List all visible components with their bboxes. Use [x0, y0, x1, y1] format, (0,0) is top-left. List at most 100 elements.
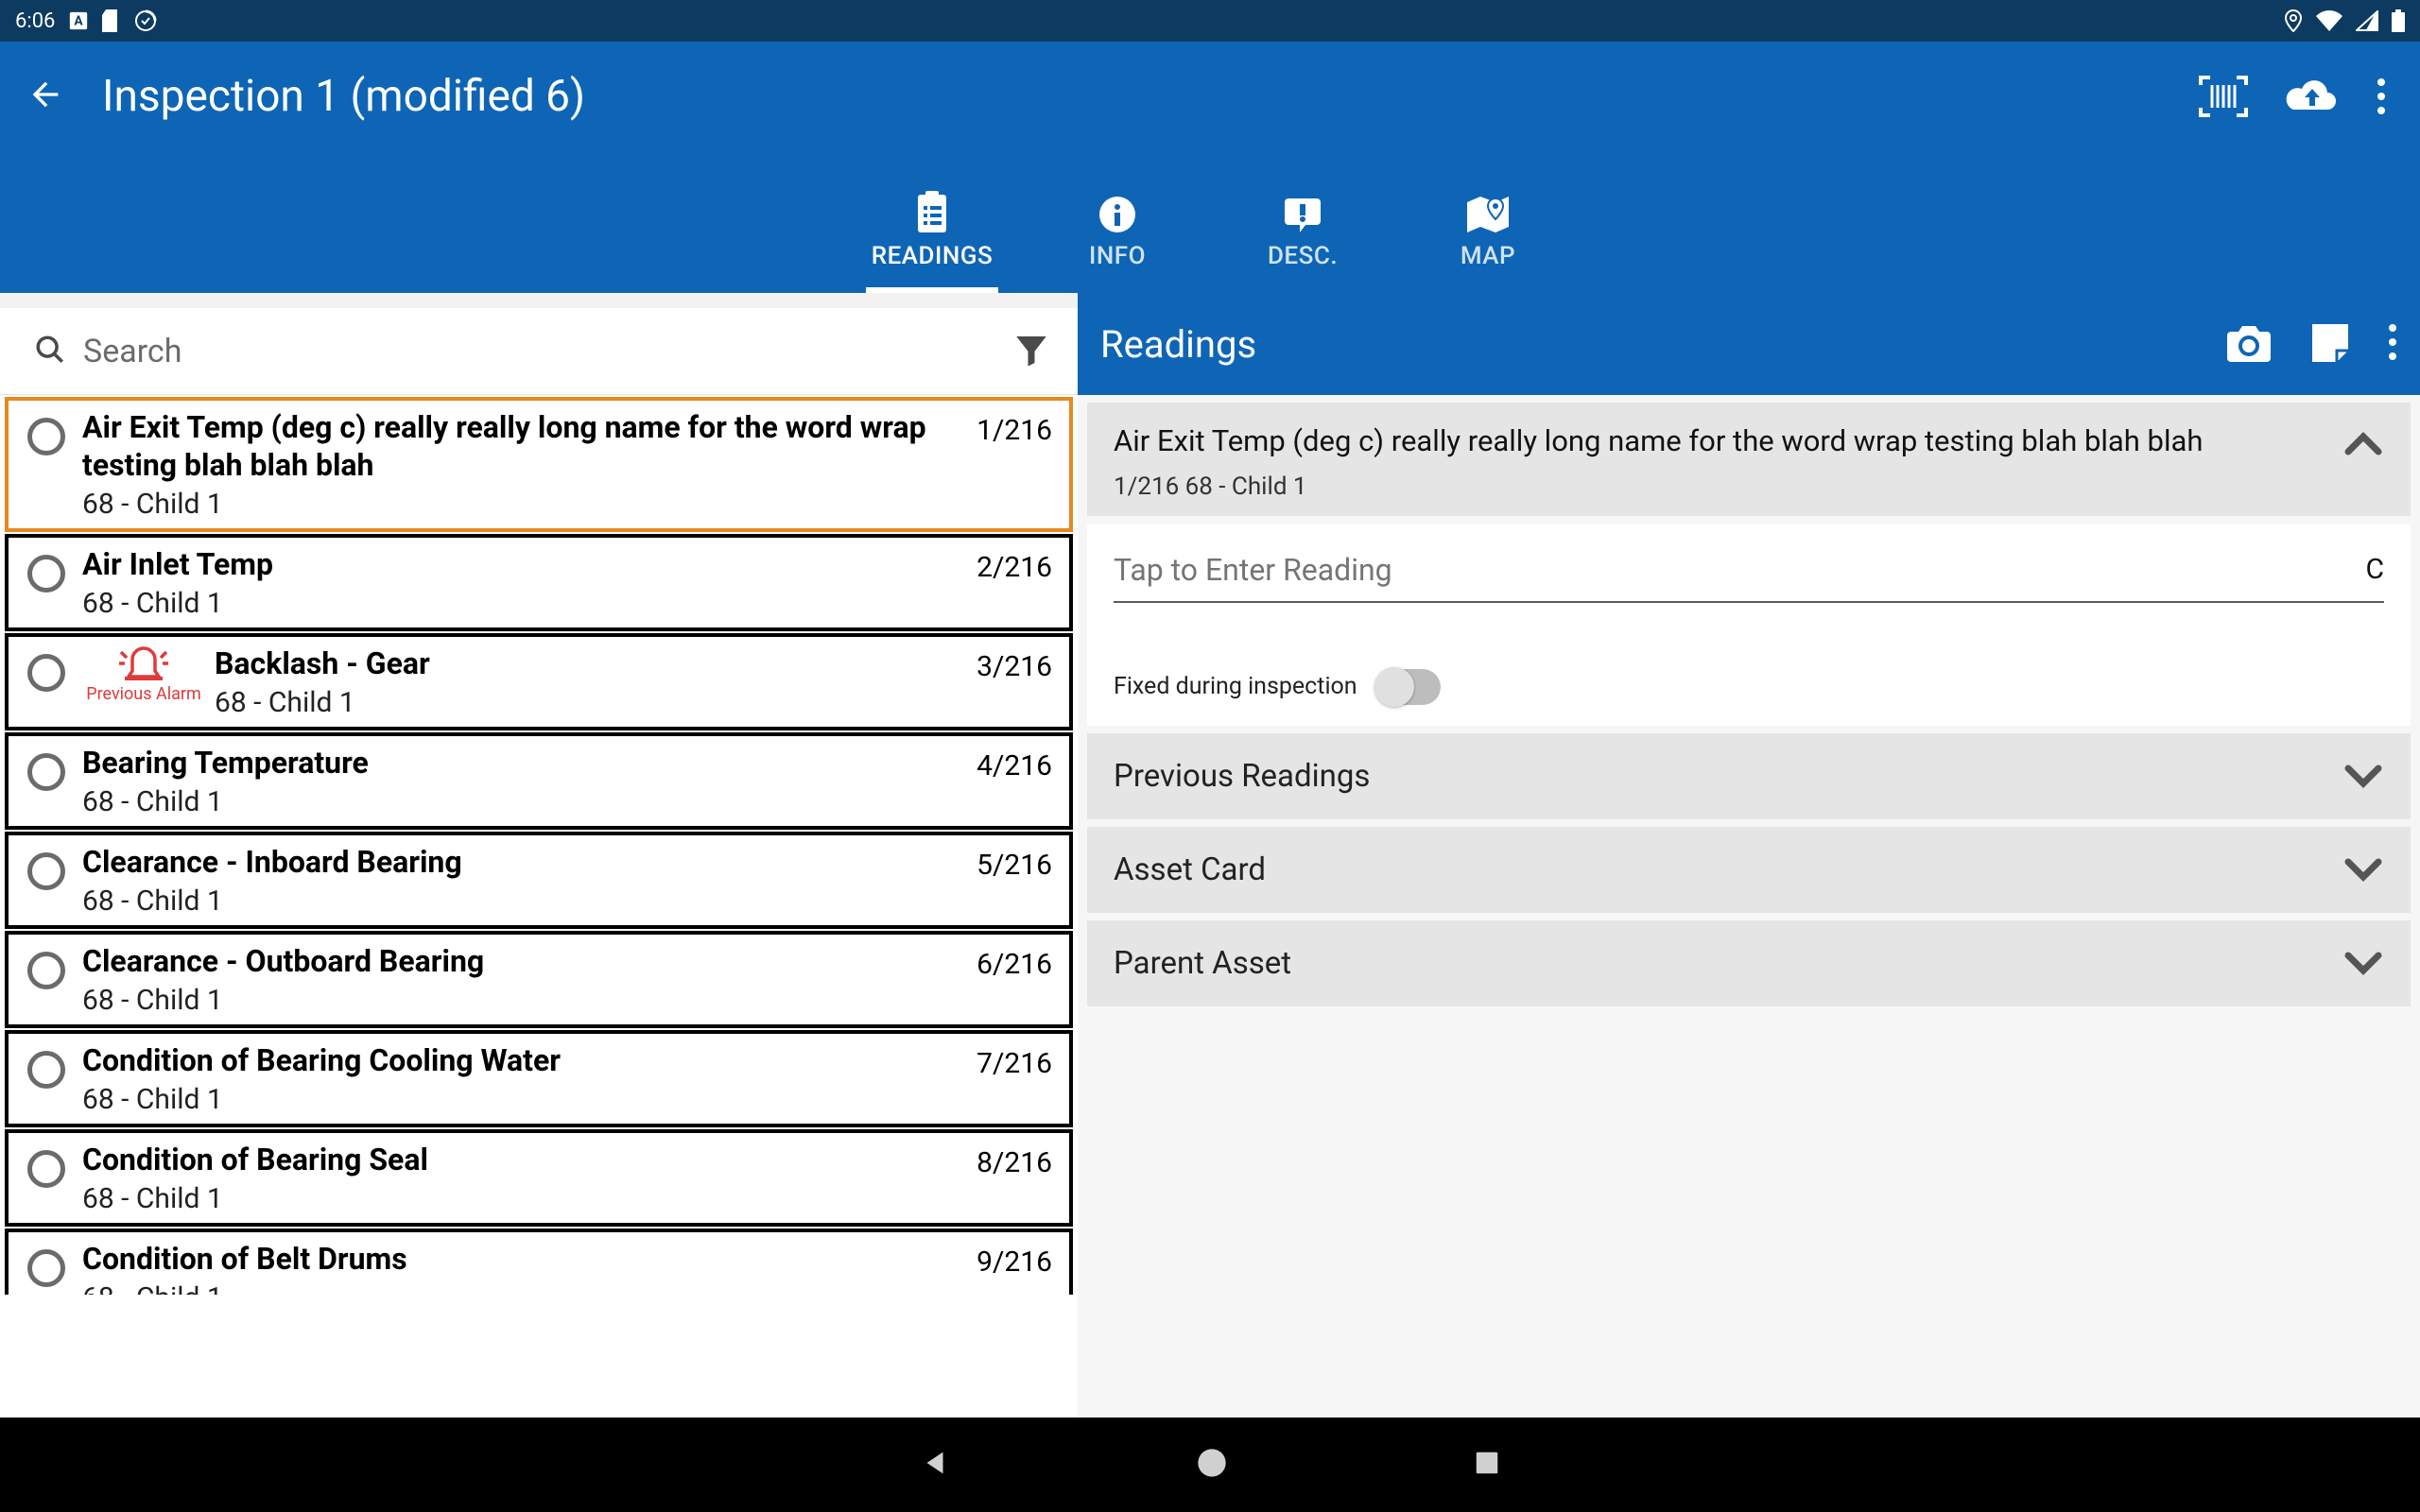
- nav-home-button[interactable]: [1197, 1448, 1227, 1482]
- nav-recent-button[interactable]: [1473, 1449, 1501, 1481]
- reading-row[interactable]: Bearing Temperature 68 - Child 1 4/216: [5, 732, 1073, 830]
- reading-detail-pane: Readings Air Exit Temp (deg c): [1078, 293, 2420, 1418]
- row-subtitle: 68 - Child 1: [82, 984, 967, 1017]
- row-subtitle: 68 - Child 1: [82, 488, 967, 521]
- row-radio[interactable]: [27, 952, 65, 989]
- row-subtitle: 68 - Child 1: [82, 1182, 967, 1215]
- tab-label: INFO: [1089, 242, 1146, 270]
- camera-button[interactable]: [2225, 322, 2273, 366]
- detail-subtitle: 1/216 68 - Child 1: [1114, 472, 2324, 501]
- reading-input[interactable]: [1114, 546, 2354, 593]
- row-position: 2/216: [977, 551, 1052, 584]
- row-title: Condition of Bearing Cooling Water: [82, 1041, 967, 1079]
- row-radio[interactable]: [27, 418, 65, 455]
- accordion-asset-card[interactable]: Asset Card: [1087, 827, 2411, 913]
- row-radio[interactable]: [27, 654, 65, 692]
- chevron-down-icon: [2342, 763, 2384, 789]
- search-icon: [34, 334, 66, 369]
- row-radio[interactable]: [27, 753, 65, 791]
- reading-row[interactable]: Clearance - Inboard Bearing 68 - Child 1…: [5, 832, 1073, 929]
- camera-icon: [2225, 322, 2273, 362]
- system-nav-bar: [0, 1418, 2420, 1512]
- detail-summary[interactable]: Air Exit Temp (deg c) really really long…: [1087, 403, 2411, 516]
- appbar-menu-button[interactable]: [2377, 77, 2386, 115]
- note-icon: [2310, 322, 2350, 362]
- reading-row[interactable]: Air Inlet Temp 68 - Child 1 2/216: [5, 534, 1073, 631]
- tab-info[interactable]: INFO: [1051, 197, 1184, 293]
- nav-recent-icon: [1473, 1449, 1501, 1477]
- chevron-up-icon: [2342, 431, 2384, 457]
- accordion-parent-asset[interactable]: Parent Asset: [1087, 920, 2411, 1006]
- status-time: 6:06: [15, 9, 55, 33]
- filter-icon: [1011, 330, 1051, 369]
- detail-header-title: Readings: [1100, 322, 2225, 367]
- reading-row[interactable]: Condition of Bearing Seal 68 - Child 1 8…: [5, 1129, 1073, 1227]
- detail-menu-button[interactable]: [2388, 323, 2397, 365]
- row-subtitle: 68 - Child 1: [215, 686, 967, 719]
- nav-home-icon: [1197, 1448, 1227, 1478]
- row-radio[interactable]: [27, 1150, 65, 1188]
- barcode-button[interactable]: [2199, 76, 2248, 117]
- row-subtitle: 68 - Child 1: [82, 1083, 967, 1116]
- wifi-icon: [2316, 10, 2342, 31]
- reading-row[interactable]: Air Exit Temp (deg c) really really long…: [5, 397, 1073, 532]
- row-radio[interactable]: [27, 852, 65, 890]
- page-title: Inspection 1 (modified 6): [102, 71, 2199, 122]
- accordion-label: Parent Asset: [1114, 945, 2342, 982]
- status-sync-icon: [134, 9, 157, 32]
- tab-map[interactable]: MAP: [1422, 195, 1554, 293]
- location-icon: [2284, 9, 2303, 32]
- reading-input-card: C Fixed during inspection: [1087, 524, 2411, 726]
- info-icon: [1099, 197, 1135, 232]
- more-vert-icon: [2388, 323, 2397, 361]
- battery-icon: [2392, 9, 2405, 32]
- row-position: 6/216: [977, 948, 1052, 981]
- barcode-icon: [2199, 76, 2248, 117]
- upload-button[interactable]: [2286, 77, 2339, 115]
- row-subtitle: 68 - Child 1: [82, 587, 967, 620]
- collapse-button[interactable]: [2342, 431, 2384, 461]
- reading-row[interactable]: Previous Alarm Backlash - Gear 68 - Chil…: [5, 633, 1073, 730]
- status-keyboard-icon: A: [68, 10, 89, 31]
- map-icon: [1467, 195, 1509, 232]
- detail-header: Readings: [1078, 293, 2420, 395]
- tab-bar: READINGS INFO DESC. MAP: [0, 151, 2420, 293]
- reading-row[interactable]: Condition of Bearing Cooling Water 68 - …: [5, 1030, 1073, 1127]
- search-bar: [0, 308, 1078, 395]
- reading-unit: C: [2365, 553, 2384, 586]
- accordion-previous-readings[interactable]: Previous Readings: [1087, 733, 2411, 819]
- tab-desc[interactable]: DESC.: [1236, 197, 1369, 293]
- clipboard-icon: [914, 191, 950, 232]
- back-button[interactable]: [26, 76, 64, 117]
- desc-icon: [1285, 197, 1321, 232]
- row-radio[interactable]: [27, 1249, 65, 1287]
- reading-row[interactable]: Clearance - Outboard Bearing 68 - Child …: [5, 931, 1073, 1028]
- filter-button[interactable]: [1000, 330, 1063, 373]
- alarm-label: Previous Alarm: [86, 684, 201, 704]
- tab-label: MAP: [1461, 242, 1515, 270]
- tab-readings[interactable]: READINGS: [866, 191, 998, 293]
- row-radio[interactable]: [27, 1051, 65, 1089]
- row-position: 8/216: [977, 1146, 1052, 1179]
- more-vert-icon: [2377, 77, 2386, 115]
- tab-label: READINGS: [872, 242, 994, 270]
- row-position: 5/216: [977, 849, 1052, 882]
- alarm-indicator: Previous Alarm: [82, 644, 205, 704]
- fixed-label: Fixed during inspection: [1114, 673, 1357, 700]
- accordion-label: Asset Card: [1114, 851, 2342, 888]
- nav-back-button[interactable]: [919, 1447, 951, 1483]
- status-sd-icon: [102, 9, 121, 32]
- app-bar: Inspection 1 (modified 6) READINGS: [0, 42, 2420, 293]
- row-position: 9/216: [977, 1246, 1052, 1279]
- search-input[interactable]: [83, 333, 1000, 370]
- fixed-toggle[interactable]: [1376, 669, 1441, 705]
- status-bar: 6:06 A: [0, 0, 2420, 42]
- row-title: Bearing Temperature: [82, 744, 967, 782]
- reading-row[interactable]: Condition of Belt Drums 68 - Child 1 9/2…: [5, 1228, 1073, 1295]
- row-title: Clearance - Inboard Bearing: [82, 843, 967, 881]
- note-button[interactable]: [2310, 322, 2350, 366]
- row-radio[interactable]: [27, 555, 65, 593]
- detail-title: Air Exit Temp (deg c) really really long…: [1114, 421, 2324, 461]
- readings-list[interactable]: Air Exit Temp (deg c) really really long…: [0, 395, 1078, 1418]
- row-position: 7/216: [977, 1047, 1052, 1080]
